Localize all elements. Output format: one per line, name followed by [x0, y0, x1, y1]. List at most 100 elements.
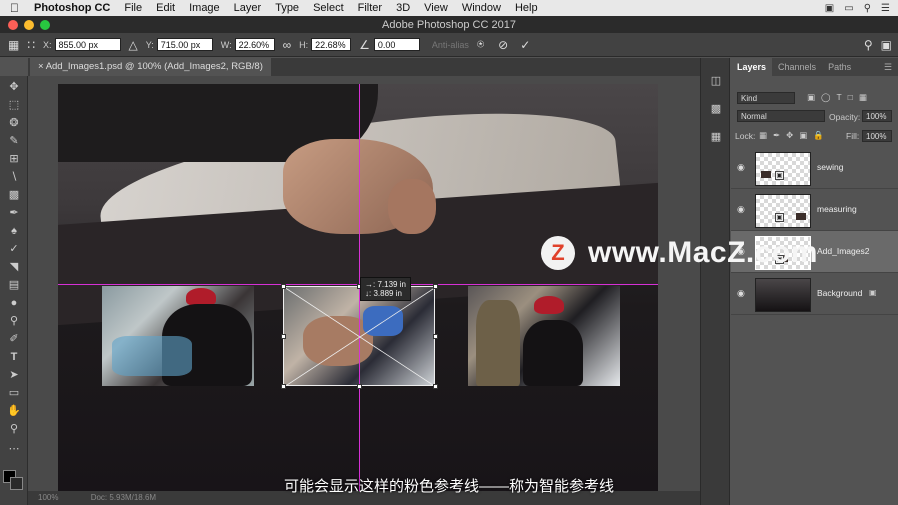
- screen-record-icon[interactable]: ▣: [825, 3, 834, 14]
- visibility-eye-icon[interactable]: ◉: [737, 288, 747, 298]
- filter-type-icons[interactable]: ▣◯T□▦: [807, 92, 873, 103]
- canvas-area[interactable]: →: 7.139 in ↓: 3.889 in: [28, 76, 700, 505]
- workspace-icon[interactable]: ▣: [881, 38, 892, 52]
- readout-line2: ↓: 3.889 in: [365, 289, 402, 298]
- layer-name[interactable]: sewing: [817, 162, 843, 172]
- menu-help[interactable]: Help: [515, 2, 538, 14]
- libraries-icon[interactable]: ▩: [709, 102, 723, 116]
- hand-tool-icon[interactable]: ✋: [6, 404, 22, 418]
- menu-view[interactable]: View: [424, 2, 448, 14]
- transform-handle-tr[interactable]: [433, 284, 438, 289]
- layer-lock-icon[interactable]: ▣: [869, 288, 877, 297]
- height-field[interactable]: 22.68%: [311, 38, 352, 51]
- sewing-layer-image[interactable]: [102, 286, 254, 386]
- y-field[interactable]: 715.00 px: [156, 38, 213, 51]
- measuring-layer-image[interactable]: [468, 286, 620, 386]
- opacity-field[interactable]: 100%: [862, 110, 892, 122]
- commit-transform-icon[interactable]: ✓: [520, 38, 530, 52]
- transform-bounding-box[interactable]: [281, 284, 438, 389]
- menu-type[interactable]: Type: [275, 2, 299, 14]
- notification-icon[interactable]: ☰: [881, 3, 890, 14]
- more-tools-icon[interactable]: ⋯: [6, 442, 22, 456]
- zoom-window-icon[interactable]: [40, 20, 50, 30]
- visibility-eye-icon[interactable]: ◉: [737, 204, 747, 214]
- brush-tool-icon[interactable]: ✒: [6, 206, 22, 220]
- menu-select[interactable]: Select: [313, 2, 344, 14]
- layer-name[interactable]: Background: [817, 288, 862, 298]
- x-field[interactable]: 855.00 px: [54, 38, 121, 51]
- visibility-eye-icon[interactable]: ◉: [737, 162, 747, 172]
- transform-handle-tl[interactable]: [281, 284, 286, 289]
- pen-tool-icon[interactable]: ✐: [6, 332, 22, 346]
- w-label: W:: [220, 39, 232, 50]
- transform-handle-r[interactable]: [433, 334, 438, 339]
- eraser-tool-icon[interactable]: ◥: [6, 260, 22, 274]
- menu-filter[interactable]: Filter: [358, 2, 382, 14]
- menu-edit[interactable]: Edit: [156, 2, 175, 14]
- fill-field[interactable]: 100%: [862, 130, 892, 142]
- zoom-tool-icon[interactable]: ⚲: [6, 422, 22, 436]
- menu-3d[interactable]: 3D: [396, 2, 410, 14]
- tab-paths[interactable]: Paths: [822, 58, 857, 76]
- crop-tool-icon[interactable]: ⊞: [6, 152, 22, 166]
- layer-row-measuring[interactable]: ◉ ▣ measuring: [731, 189, 898, 231]
- transform-tool-icon[interactable]: ▦: [8, 38, 19, 52]
- menu-file[interactable]: File: [124, 2, 142, 14]
- cancel-transform-icon[interactable]: ⊘: [498, 38, 508, 52]
- eyedropper-tool-icon[interactable]: ∖: [6, 170, 22, 184]
- apple-icon[interactable]: : [10, 1, 24, 15]
- close-window-icon[interactable]: [8, 20, 18, 30]
- angle-field[interactable]: 0.00: [373, 38, 420, 51]
- menu-layer[interactable]: Layer: [234, 2, 262, 14]
- layer-row-sewing[interactable]: ◉ ▣ sewing: [731, 147, 898, 189]
- type-tool-icon[interactable]: T: [6, 350, 22, 364]
- document-tab[interactable]: × Add_Images1.psd @ 100% (Add_Images2, R…: [30, 58, 271, 76]
- search-icon[interactable]: ⚲: [864, 38, 873, 52]
- minimize-window-icon[interactable]: [24, 20, 34, 30]
- document-canvas[interactable]: →: 7.139 in ↓: 3.889 in: [58, 84, 658, 494]
- reference-point-icon[interactable]: ∷: [27, 38, 35, 52]
- marquee-tool-icon[interactable]: ⬚: [6, 98, 22, 112]
- warp-icon[interactable]: ⍟: [477, 37, 484, 52]
- blend-mode-select[interactable]: Normal: [737, 110, 825, 122]
- transform-handle-b[interactable]: [357, 384, 362, 389]
- gradient-tool-icon[interactable]: ▤: [6, 278, 22, 292]
- tab-channels[interactable]: Channels: [772, 58, 822, 76]
- properties-icon[interactable]: ▦: [709, 130, 723, 144]
- layers-panel: Layers Channels Paths ☰ Kind ▣◯T□▦ Norma…: [731, 58, 898, 505]
- menu-window[interactable]: Window: [462, 2, 501, 14]
- blur-tool-icon[interactable]: ●: [6, 296, 22, 310]
- adjustments-icon[interactable]: ◫: [709, 74, 723, 88]
- smart-object-icon: ▣: [775, 171, 784, 180]
- delta-icon[interactable]: △: [129, 38, 138, 52]
- tab-layers[interactable]: Layers: [731, 58, 773, 76]
- transform-handle-bl[interactable]: [281, 384, 286, 389]
- panel-menu-icon[interactable]: ☰: [878, 58, 898, 76]
- stamp-tool-icon[interactable]: ♠: [6, 224, 22, 238]
- menu-image[interactable]: Image: [189, 2, 220, 14]
- move-tool-icon[interactable]: ✥: [6, 80, 22, 94]
- tab-close-icon[interactable]: ×: [38, 61, 44, 72]
- width-field[interactable]: 22.60%: [234, 38, 275, 51]
- kind-filter[interactable]: Kind: [737, 92, 795, 104]
- transform-handle-br[interactable]: [433, 384, 438, 389]
- layer-row-background[interactable]: ◉ Background ▣: [731, 273, 898, 315]
- link-icon[interactable]: ∞: [283, 38, 292, 52]
- angle-icon[interactable]: ∠: [359, 38, 370, 52]
- shape-tool-icon[interactable]: ▭: [6, 386, 22, 400]
- healing-tool-icon[interactable]: ▩: [6, 188, 22, 202]
- lock-icons[interactable]: ▦✒✥▣🔒: [759, 130, 830, 141]
- antialias-checkbox[interactable]: Anti-alias: [432, 40, 469, 50]
- layer-name[interactable]: Add_Images2: [817, 246, 869, 256]
- quick-select-tool-icon[interactable]: ✎: [6, 134, 22, 148]
- history-brush-tool-icon[interactable]: ✓: [6, 242, 22, 256]
- menu-app[interactable]: Photoshop CC: [34, 2, 110, 14]
- transform-handle-l[interactable]: [281, 334, 286, 339]
- dodge-tool-icon[interactable]: ⚲: [6, 314, 22, 328]
- path-select-tool-icon[interactable]: ➤: [6, 368, 22, 382]
- layer-name[interactable]: measuring: [817, 204, 857, 214]
- display-icon[interactable]: ▭: [844, 3, 853, 14]
- filter-row: Kind ▣◯T□▦: [731, 90, 898, 106]
- spotlight-icon[interactable]: ⚲: [864, 3, 871, 14]
- lasso-tool-icon[interactable]: ❂: [6, 116, 22, 130]
